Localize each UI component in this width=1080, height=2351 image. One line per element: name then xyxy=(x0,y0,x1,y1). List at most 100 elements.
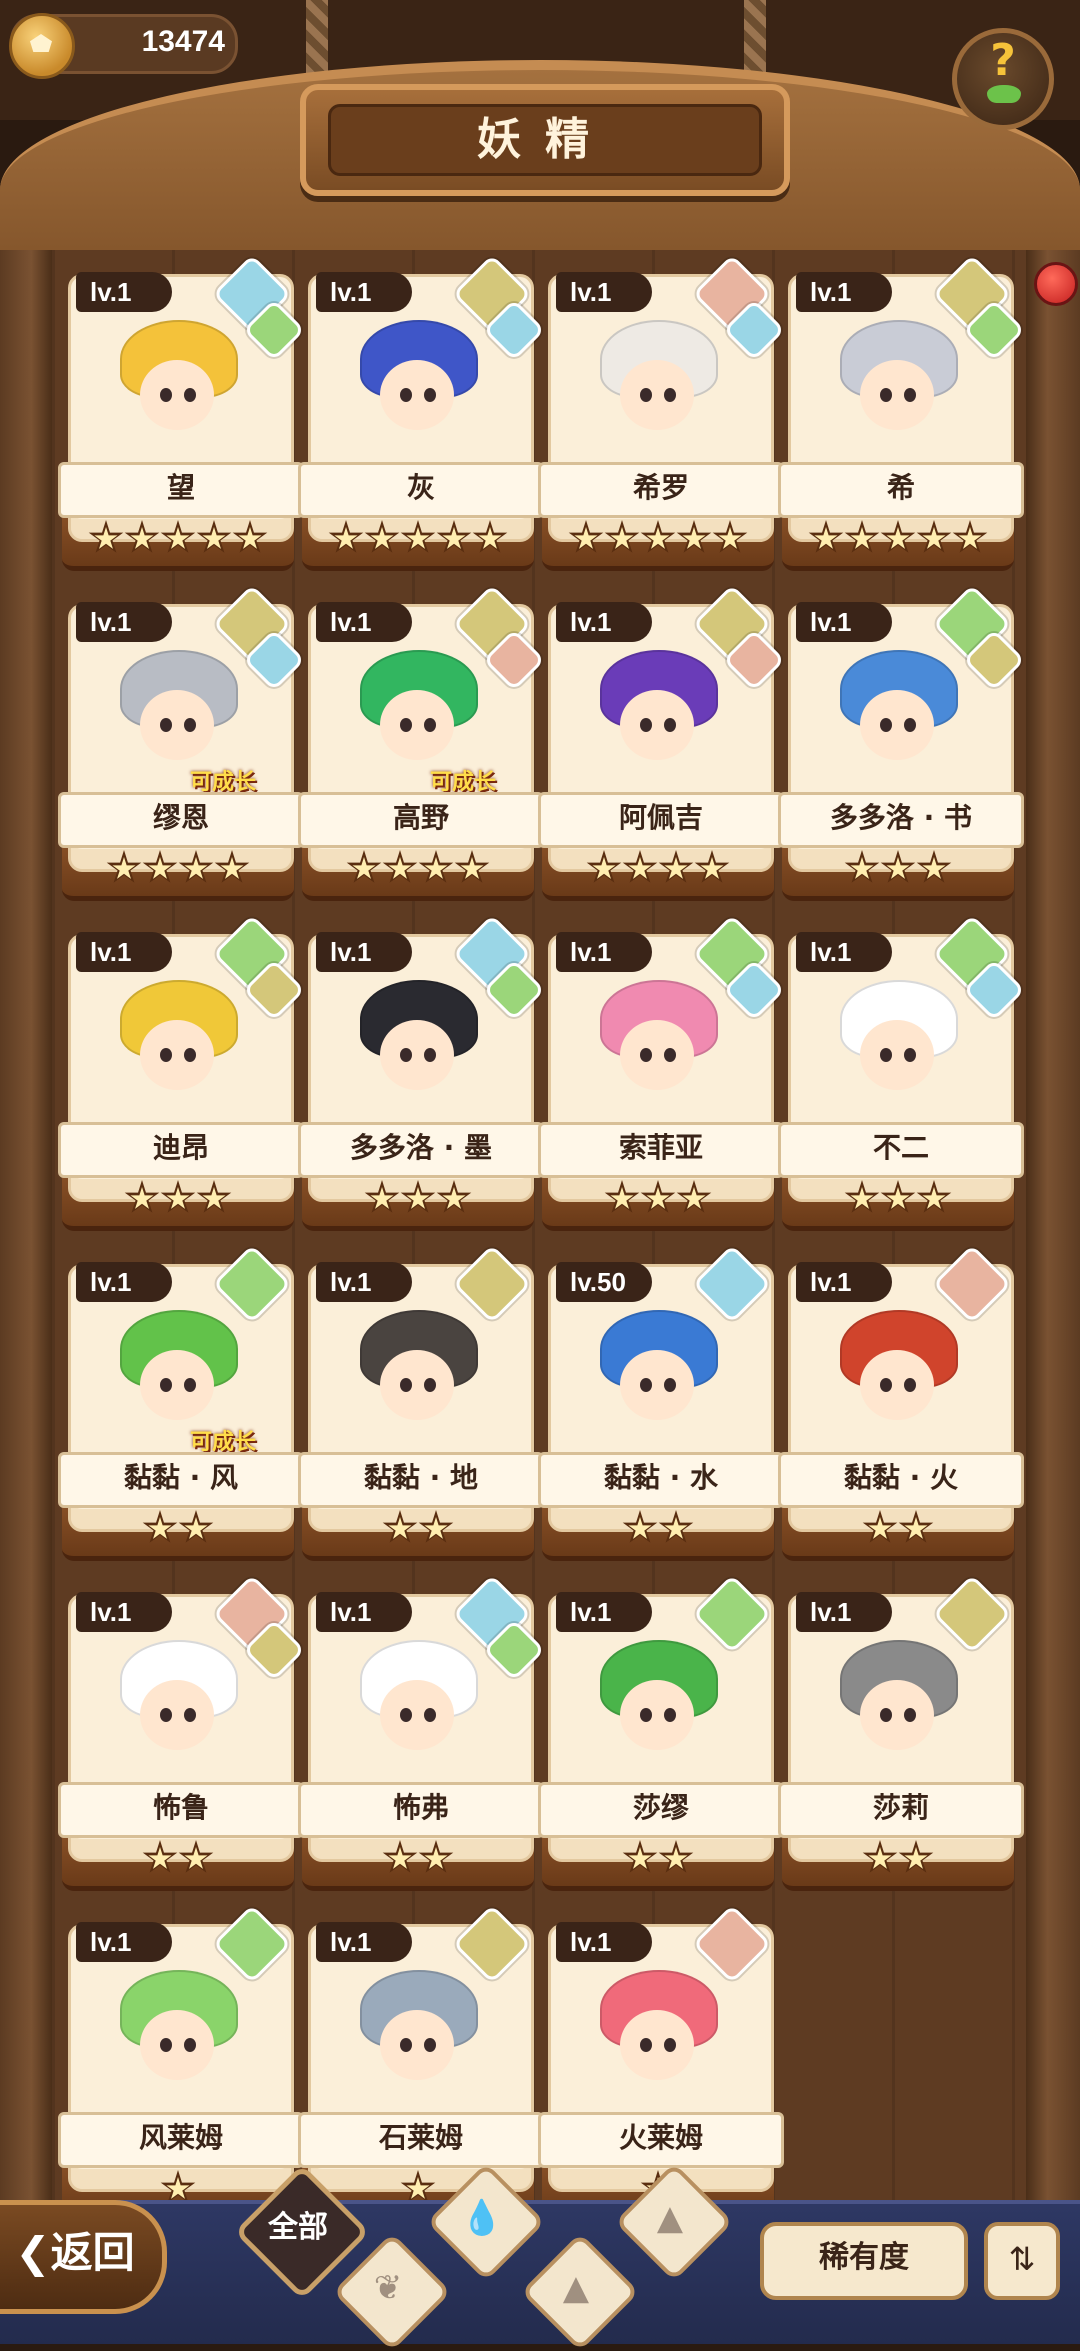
spirit-name: 灰 xyxy=(298,462,544,518)
spirit-card[interactable]: lv.1 怖弗 xyxy=(298,1574,546,1891)
filter-fire-button[interactable]: ▲ xyxy=(614,2162,734,2282)
star-icon xyxy=(586,850,622,886)
star-icon xyxy=(124,520,160,556)
back-arrow-icon: ❮ xyxy=(15,2228,51,2277)
spirit-card[interactable]: lv.1 迪昂 xyxy=(58,914,306,1231)
spirit-portrait xyxy=(342,1964,492,2104)
spirit-card[interactable]: lv.1 可成长 缪恩 xyxy=(58,584,306,901)
portrait-eye xyxy=(160,388,172,402)
portrait-eye xyxy=(640,718,652,732)
star-icon xyxy=(364,520,400,556)
portrait-eye xyxy=(664,388,676,402)
back-button[interactable]: ❮返回 xyxy=(0,2200,167,2314)
spirit-portrait xyxy=(582,1964,732,2104)
spirit-card[interactable]: lv.1 灰 xyxy=(298,254,546,571)
spirit-portrait xyxy=(102,314,252,454)
spirit-card[interactable]: lv.1 怖鲁 xyxy=(58,1574,306,1891)
star-icon xyxy=(418,850,454,886)
star-icon xyxy=(880,1180,916,1216)
coin-value: 13474 xyxy=(141,25,225,58)
filter-earth-button[interactable]: ▲ xyxy=(520,2232,640,2351)
spirit-card[interactable]: lv.1 多多洛 · 墨 xyxy=(298,914,546,1231)
level-tag: lv.1 xyxy=(556,602,652,642)
star-icon xyxy=(676,520,712,556)
portrait-eye xyxy=(424,1378,436,1392)
level-tag: lv.1 xyxy=(796,272,892,312)
portrait-face xyxy=(860,360,934,430)
portrait-face xyxy=(140,1350,214,1420)
portrait-face xyxy=(860,690,934,760)
star-icon xyxy=(400,520,436,556)
title-plate: 妖精 xyxy=(300,84,790,196)
spirit-name: 望 xyxy=(58,462,304,518)
water-icon: 💧 xyxy=(460,2198,504,2238)
star-rating xyxy=(302,1510,534,1550)
star-icon xyxy=(844,1180,880,1216)
level-tag: lv.1 xyxy=(316,1262,412,1302)
portrait-eye xyxy=(640,2038,652,2052)
spirit-name: 多多洛 · 墨 xyxy=(298,1122,544,1178)
star-icon xyxy=(862,1840,898,1876)
star-icon xyxy=(898,1510,934,1546)
portrait-face xyxy=(620,1680,694,1750)
spirit-card[interactable]: lv.1 莎缪 xyxy=(538,1574,784,1891)
star-icon xyxy=(232,520,268,556)
spirit-card[interactable]: lv.1 黏黏 · 地 xyxy=(298,1244,544,1561)
level-tag: lv.1 xyxy=(316,1922,412,1962)
star-icon xyxy=(880,520,916,556)
filter-wind-button[interactable]: ❦ xyxy=(332,2232,452,2351)
star-icon xyxy=(916,850,952,886)
star-icon xyxy=(472,520,508,556)
portrait-eye xyxy=(880,1378,892,1392)
portrait-eye xyxy=(400,1378,412,1392)
portrait-eye xyxy=(160,1708,172,1722)
spirit-card[interactable]: lv.1 黏黏 · 火 xyxy=(778,1244,1024,1561)
spirit-card[interactable]: lv.1 希罗 xyxy=(538,254,786,571)
sort-order-button[interactable]: ⇅ xyxy=(984,2222,1060,2300)
portrait-eye xyxy=(184,388,196,402)
star-rating xyxy=(62,1840,294,1880)
portrait-face xyxy=(140,1020,214,1090)
spirit-card[interactable]: lv.1 可成长 黏黏 · 风 xyxy=(58,1244,304,1561)
portrait-face xyxy=(620,1350,694,1420)
portrait-eye xyxy=(880,388,892,402)
portrait-eye xyxy=(400,1048,412,1062)
spirit-portrait xyxy=(582,974,732,1114)
spirit-card[interactable]: lv.1 多多洛 · 书 xyxy=(778,584,1026,901)
star-icon xyxy=(640,520,676,556)
spirit-card[interactable]: lv.1 望 xyxy=(58,254,306,571)
portrait-eye xyxy=(664,2038,676,2052)
rarity-sort-button[interactable]: 稀有度 xyxy=(760,2222,968,2300)
spirit-portrait xyxy=(822,974,972,1114)
spirit-card[interactable]: lv.1 索菲亚 xyxy=(538,914,786,1231)
spirit-card[interactable]: lv.1 莎莉 xyxy=(778,1574,1024,1891)
spirit-card[interactable]: lv.50 黏黏 · 水 xyxy=(538,1244,784,1561)
star-icon xyxy=(142,850,178,886)
spirit-name: 希 xyxy=(778,462,1024,518)
notification-dot[interactable] xyxy=(1034,262,1078,306)
portrait-face xyxy=(860,1350,934,1420)
star-icon xyxy=(142,1510,178,1546)
spirit-portrait xyxy=(822,314,972,454)
portrait-eye xyxy=(424,388,436,402)
portrait-eye xyxy=(160,1378,172,1392)
spirit-name: 索菲亚 xyxy=(538,1122,784,1178)
star-rating xyxy=(542,1510,774,1550)
star-icon xyxy=(844,850,880,886)
spirit-card[interactable]: lv.1 希 xyxy=(778,254,1026,571)
star-icon xyxy=(88,520,124,556)
spirit-portrait xyxy=(342,1634,492,1774)
spirit-card[interactable]: lv.1 不二 xyxy=(778,914,1026,1231)
filter-water-button[interactable]: 💧 xyxy=(426,2162,546,2282)
spirit-name: 黏黏 · 地 xyxy=(298,1452,544,1508)
level-tag: lv.1 xyxy=(556,1592,652,1632)
star-icon xyxy=(658,1840,694,1876)
spirit-card[interactable]: lv.1 阿佩吉 xyxy=(538,584,786,901)
spirit-card[interactable]: lv.1 可成长 高野 xyxy=(298,584,546,901)
spirit-name: 多多洛 · 书 xyxy=(778,792,1024,848)
star-icon xyxy=(712,520,748,556)
level-tag: lv.1 xyxy=(796,1262,892,1302)
help-button[interactable]: ? xyxy=(952,28,1054,130)
portrait-face xyxy=(140,360,214,430)
level-tag: lv.1 xyxy=(316,1592,412,1632)
